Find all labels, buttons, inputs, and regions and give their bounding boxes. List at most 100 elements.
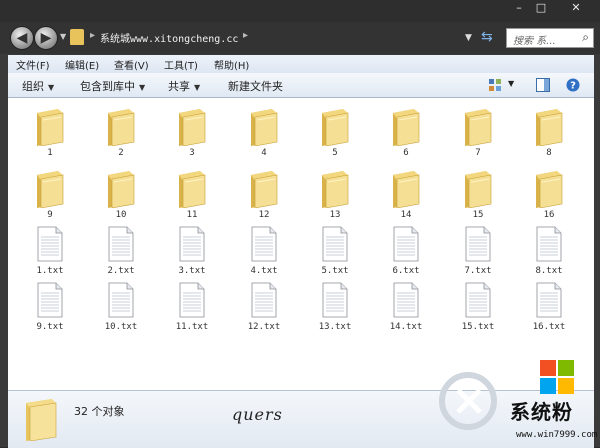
view-options-icon[interactable]	[488, 77, 502, 91]
folder-item[interactable]: 14	[376, 166, 436, 222]
menu-tools[interactable]: 工具(T)	[164, 57, 198, 72]
file-item[interactable]: 15.txt	[448, 278, 508, 334]
folder-item[interactable]: 2	[91, 104, 151, 160]
breadcrumb-separator[interactable]: ▸	[90, 30, 95, 41]
file-item[interactable]: 7.txt	[448, 222, 508, 278]
file-item[interactable]: 2.txt	[91, 222, 151, 278]
chevron-down-icon: ▼	[194, 83, 201, 92]
text-file-icon	[37, 226, 63, 262]
refresh-icon[interactable]: ⇆	[481, 29, 493, 45]
svg-text:?: ?	[570, 81, 576, 92]
watermark-logo: 系统粉 www.win7999.com	[428, 358, 600, 447]
text-file-icon	[536, 226, 562, 262]
folder-item[interactable]: 5	[305, 104, 365, 160]
item-name: 2	[118, 148, 124, 158]
file-item[interactable]: 9.txt	[20, 278, 80, 334]
file-item[interactable]: 16.txt	[519, 278, 579, 334]
folder-item[interactable]: 10	[91, 166, 151, 222]
file-item[interactable]: 10.txt	[91, 278, 151, 334]
item-name: 9	[47, 210, 53, 220]
view-dropdown-icon[interactable]: ▼	[508, 79, 514, 88]
item-name: 15.txt	[461, 322, 495, 332]
file-item[interactable]: 11.txt	[162, 278, 222, 334]
navigation-bar: ◀ ▶ ▼ ▸ 系统城www.xitongcheng.cc ▸ ▼ ⇆ 搜索 系…	[0, 22, 600, 54]
file-item[interactable]: 4.txt	[234, 222, 294, 278]
menu-edit[interactable]: 编辑(E)	[65, 57, 99, 72]
include-in-library-label: 包含到库中	[80, 80, 135, 93]
text-file-icon	[179, 282, 205, 318]
close-button[interactable]: ✕	[556, 0, 596, 16]
menu-help[interactable]: 帮助(H)	[214, 57, 249, 72]
folder-icon	[37, 171, 64, 208]
item-name: 1.txt	[36, 266, 64, 276]
menu-view[interactable]: 查看(V)	[114, 57, 149, 72]
item-name: 6	[403, 148, 409, 158]
folder-icon	[393, 171, 420, 208]
search-icon[interactable]: ⌕	[582, 30, 589, 45]
folder-icon	[179, 171, 206, 208]
file-item[interactable]: 12.txt	[234, 278, 294, 334]
item-name: 13	[329, 210, 341, 220]
file-item[interactable]: 13.txt	[305, 278, 365, 334]
breadcrumb-location[interactable]: 系统城www.xitongcheng.cc	[100, 30, 238, 45]
folder-item[interactable]: 11	[162, 166, 222, 222]
item-name: 9.txt	[36, 322, 64, 332]
folder-icon	[108, 171, 135, 208]
breadcrumb-separator-end[interactable]: ▸	[243, 30, 248, 41]
folder-item[interactable]: 12	[234, 166, 294, 222]
folder-icon	[26, 399, 57, 441]
file-item[interactable]: 5.txt	[305, 222, 365, 278]
folder-item[interactable]: 3	[162, 104, 222, 160]
text-file-icon	[37, 282, 63, 318]
file-item[interactable]: 8.txt	[519, 222, 579, 278]
forward-button[interactable]: ▶	[34, 26, 58, 50]
recent-pages-dropdown-icon[interactable]: ▼	[60, 32, 66, 41]
organize-button[interactable]: 组织 ▼	[22, 78, 54, 94]
item-name: 11	[186, 210, 198, 220]
search-input[interactable]: 搜索 系... ⌕	[506, 28, 594, 48]
watermark-url: www.win7999.com	[516, 430, 598, 440]
folder-icon	[536, 109, 563, 146]
maximize-button[interactable]: □	[530, 0, 552, 16]
file-list-pane[interactable]: 1 2 3 4 5 6 7 8 9 10 11 12 13 14 15 16 1.txt 2.txt 3.txt 4.…	[8, 98, 594, 390]
windows-flag-icon	[540, 360, 574, 394]
folder-icon	[322, 109, 349, 146]
help-icon[interactable]: ?	[566, 77, 580, 92]
folder-item[interactable]: 1	[20, 104, 80, 160]
folder-item[interactable]: 7	[448, 104, 508, 160]
folder-item[interactable]: 9	[20, 166, 80, 222]
watermark-brand: 系统粉	[510, 400, 573, 424]
minimize-button[interactable]: –	[508, 0, 530, 16]
file-item[interactable]: 6.txt	[376, 222, 436, 278]
folder-item[interactable]: 6	[376, 104, 436, 160]
item-name: 11.txt	[175, 322, 209, 332]
file-item[interactable]: 3.txt	[162, 222, 222, 278]
item-name: 1	[47, 148, 53, 158]
share-button[interactable]: 共享 ▼	[168, 78, 200, 94]
item-name: 2.txt	[107, 266, 135, 276]
new-folder-button[interactable]: 新建文件夹	[228, 78, 283, 94]
folder-item[interactable]: 4	[234, 104, 294, 160]
file-item[interactable]: 1.txt	[20, 222, 80, 278]
back-button[interactable]: ◀	[10, 26, 34, 50]
folder-icon	[179, 109, 206, 146]
item-name: 3.txt	[178, 266, 206, 276]
file-item[interactable]: 14.txt	[376, 278, 436, 334]
address-dropdown-icon[interactable]: ▼	[465, 33, 472, 43]
preview-pane-icon[interactable]	[536, 77, 550, 92]
command-bar: 组织 ▼ 包含到库中 ▼ 共享 ▼ 新建文件夹 ▼ ?	[8, 73, 594, 98]
folder-icon	[251, 109, 278, 146]
folder-item[interactable]: 13	[305, 166, 365, 222]
folder-item[interactable]: 8	[519, 104, 579, 160]
item-name: 3	[189, 148, 195, 158]
menu-file[interactable]: 文件(F)	[16, 57, 50, 72]
include-in-library-button[interactable]: 包含到库中 ▼	[80, 78, 145, 94]
item-name: 14	[400, 210, 412, 220]
watermark-swirl-icon	[439, 372, 497, 430]
folder-item[interactable]: 16	[519, 166, 579, 222]
text-file-icon	[393, 282, 419, 318]
item-count: 32 个对象	[74, 405, 125, 418]
folder-item[interactable]: 15	[448, 166, 508, 222]
item-name: 4.txt	[250, 266, 278, 276]
text-file-icon	[179, 226, 205, 262]
